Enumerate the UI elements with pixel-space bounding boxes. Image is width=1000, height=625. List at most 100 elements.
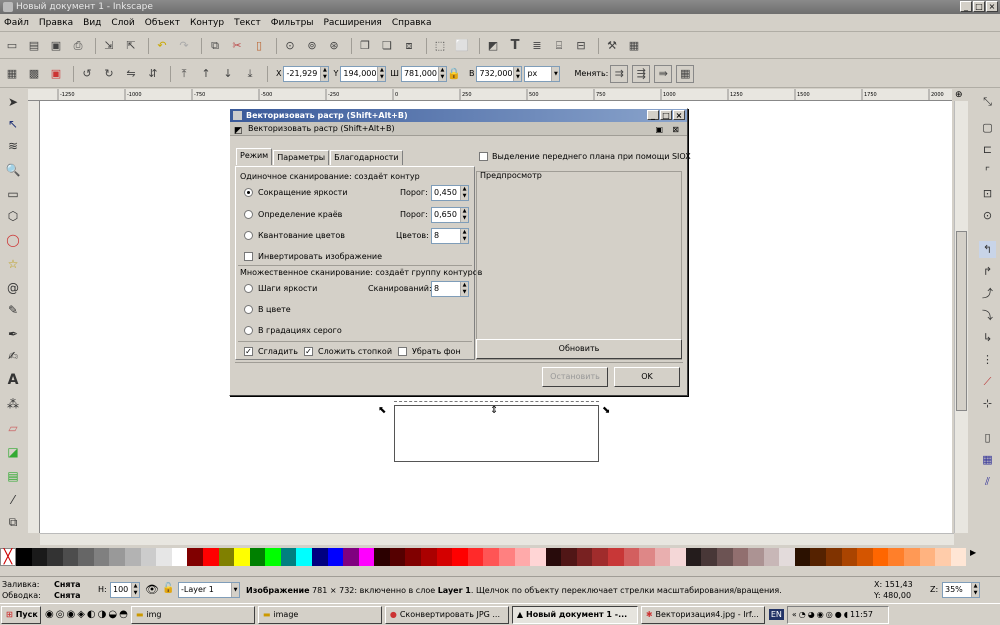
color-swatch[interactable] — [763, 548, 780, 566]
zoom-field[interactable]: 35% ▲ ▼ — [942, 582, 980, 598]
rotate-ccw-icon[interactable]: ↺ — [78, 65, 96, 83]
color-swatch[interactable] — [436, 548, 453, 566]
transform-gradients-icon[interactable]: ⇛ — [654, 64, 673, 83]
menu-layer[interactable]: Слой — [111, 18, 134, 28]
menu-help[interactable]: Справка — [392, 18, 432, 28]
color-swatch[interactable] — [31, 548, 48, 566]
h-spinner[interactable]: ▲ ▼ — [513, 66, 522, 81]
color-swatch[interactable] — [935, 548, 951, 566]
color-quant-radio[interactable] — [244, 231, 253, 240]
scale-handle-nw-icon[interactable]: ⬉ — [378, 405, 386, 416]
lower-to-bottom-icon[interactable]: ⤓ — [241, 65, 259, 83]
maximize-button[interactable]: □ — [973, 1, 985, 12]
color-swatch[interactable] — [592, 548, 608, 566]
menu-filters[interactable]: Фильтры — [271, 18, 314, 28]
task-image[interactable]: ▬ image — [257, 605, 382, 624]
color-swatch[interactable] — [467, 548, 484, 566]
lock-icon[interactable]: 🔒 — [447, 65, 461, 83]
color-swatch[interactable] — [125, 548, 141, 566]
duplicate-icon[interactable]: ❐ — [356, 37, 374, 55]
color-swatch[interactable] — [16, 548, 32, 566]
gradient-tool-icon[interactable]: ▤ — [4, 467, 22, 485]
edge-threshold-field[interactable]: 0,650 ▲ ▼ — [431, 207, 469, 223]
color-swatch[interactable] — [717, 548, 733, 566]
vertical-scrollbar[interactable] — [954, 101, 968, 533]
rotate-cw-icon[interactable]: ↻ — [100, 65, 118, 83]
quick-launch-icon[interactable]: ◉ — [45, 609, 54, 620]
open-icon[interactable]: ▤ — [25, 37, 43, 55]
pencil-tool-icon[interactable]: ✎ — [4, 301, 22, 319]
import-icon[interactable]: ⇲ — [100, 37, 118, 55]
new-document-icon[interactable]: ▭ — [3, 37, 21, 55]
preferences-icon[interactable]: ⚒ — [603, 37, 621, 55]
text-font-icon[interactable]: T — [506, 37, 524, 55]
w-field[interactable]: 781,000 ▲ ▼ — [400, 65, 447, 82]
color-swatch[interactable] — [249, 548, 266, 566]
eraser-tool-icon[interactable]: ▱ — [4, 419, 22, 437]
stop-button[interactable]: Остановить — [542, 367, 608, 387]
menu-text[interactable]: Текст — [234, 18, 261, 28]
palette-scroll-icon[interactable]: ▶ — [970, 548, 984, 566]
color-swatch[interactable] — [218, 548, 235, 566]
snap-rotation-center-icon[interactable]: ⊹ — [979, 395, 996, 412]
in-color-radio[interactable] — [244, 305, 253, 314]
color-swatch[interactable] — [78, 548, 94, 566]
snap-bbox-mid-icon[interactable]: ⊡ — [979, 185, 996, 202]
color-swatch[interactable] — [171, 548, 188, 566]
zoom-drawing-icon[interactable]: ⊚ — [303, 37, 321, 55]
redo-icon[interactable]: ↷ — [175, 37, 193, 55]
group-icon[interactable]: ⬚ — [431, 37, 449, 55]
color-swatch[interactable] — [47, 548, 63, 566]
quick-launch-icon[interactable]: ◎ — [56, 609, 65, 620]
color-swatch[interactable] — [607, 548, 624, 566]
fill-value[interactable]: Снята — [54, 580, 81, 589]
volume-icon[interactable]: ◖ — [844, 607, 848, 623]
rect-tool-icon[interactable]: ▭ — [4, 185, 22, 203]
node-tool-icon[interactable]: ↖ — [4, 115, 22, 133]
quick-launch-icon[interactable]: ◓ — [119, 609, 128, 620]
color-swatch[interactable] — [296, 548, 312, 566]
color-swatch[interactable] — [841, 548, 858, 566]
close-button[interactable]: × — [986, 1, 998, 12]
color-swatch[interactable] — [202, 548, 219, 566]
color-swatch[interactable] — [140, 548, 157, 566]
undo-icon[interactable]: ↶ — [153, 37, 171, 55]
quick-launch-icon[interactable]: ◑ — [98, 609, 107, 620]
color-swatch[interactable] — [265, 548, 281, 566]
snap-bbox-edge-icon[interactable]: ⊏ — [979, 141, 996, 158]
color-swatch[interactable] — [156, 548, 172, 566]
stack-checkbox[interactable]: ✓ — [304, 347, 313, 356]
color-swatch[interactable] — [498, 548, 515, 566]
menu-view[interactable]: Вид — [83, 18, 101, 28]
flip-horizontal-icon[interactable]: ⇋ — [122, 65, 140, 83]
colors-field[interactable]: 8 ▲ ▼ — [431, 228, 469, 244]
color-swatch[interactable] — [903, 548, 920, 566]
tweak-tool-icon[interactable]: ≋ — [4, 137, 22, 155]
snap-bbox-icon[interactable]: ▢ — [979, 119, 996, 136]
xml-editor-icon[interactable]: ⌸ — [550, 37, 568, 55]
bucket-tool-icon[interactable]: ◪ — [4, 443, 22, 461]
visibility-eye-icon[interactable]: 👁 — [145, 583, 159, 596]
color-swatch[interactable] — [810, 548, 827, 566]
start-button[interactable]: ⊞ Пуск — [1, 605, 41, 624]
zoom-selection-icon[interactable]: ⊙ — [281, 37, 299, 55]
zoom-tool-icon[interactable]: 🔍 — [4, 161, 22, 179]
color-swatch[interactable] — [343, 548, 359, 566]
quick-launch-icon[interactable]: ◒ — [108, 609, 117, 620]
scale-handle-n-icon[interactable]: ⇕ — [490, 405, 498, 416]
tab-mode[interactable]: Режим — [236, 148, 273, 165]
opacity-field[interactable]: 100 ▲ ▼ — [110, 582, 140, 598]
color-swatch[interactable] — [311, 548, 328, 566]
snap-intersections-icon[interactable]: ⤴ — [979, 285, 996, 302]
vertical-scroll-thumb[interactable] — [956, 231, 967, 411]
layers-icon[interactable]: ≣ — [528, 37, 546, 55]
w-spinner[interactable]: ▲ ▼ — [437, 66, 446, 81]
raise-to-top-icon[interactable]: ⤒ — [175, 65, 193, 83]
unlink-clone-icon[interactable]: ⧈ — [400, 37, 418, 55]
menu-edit[interactable]: Правка — [39, 18, 73, 28]
dialog-iconify-icon[interactable]: ▣ — [655, 123, 663, 137]
dialog-maximize-button[interactable]: □ — [660, 110, 672, 120]
dialog-close-icon[interactable]: ⊠ — [672, 123, 679, 137]
h-field[interactable]: 732,000 ▲ ▼ — [476, 65, 523, 82]
menu-object[interactable]: Объект — [145, 18, 180, 28]
